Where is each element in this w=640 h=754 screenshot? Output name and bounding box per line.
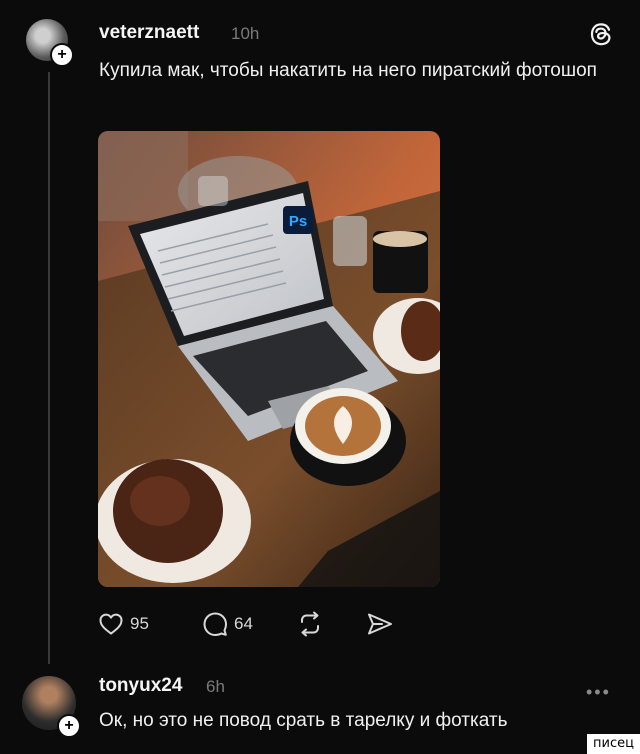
follow-plus-icon[interactable]: + (50, 43, 74, 67)
send-icon (368, 613, 392, 635)
more-options-icon[interactable]: ••• (586, 682, 611, 703)
share-button[interactable] (366, 610, 394, 638)
thread-line (48, 72, 50, 664)
heart-icon (99, 613, 123, 635)
comment-count: 64 (234, 614, 253, 633)
photoshop-badge: Ps (289, 213, 307, 230)
repost-icon (301, 611, 319, 637)
like-button[interactable]: 95 (98, 610, 149, 638)
post-time: 10h (231, 24, 260, 43)
comment-icon (203, 612, 227, 636)
author-username[interactable]: veterznaett (99, 22, 199, 44)
like-count: 95 (130, 614, 149, 633)
cafe-laptop-photo: Ps (98, 131, 440, 587)
reply-username[interactable]: tonyux24 (99, 675, 182, 697)
follow-plus-icon[interactable]: + (57, 714, 81, 738)
comment-button[interactable]: 64 (202, 610, 253, 638)
reply-time: 6h (206, 677, 225, 696)
post-photo[interactable]: Ps (98, 131, 440, 587)
post-text: Купила мак, чтобы накатить на него пират… (99, 60, 597, 81)
threads-icon[interactable] (588, 21, 614, 47)
repost-button[interactable] (297, 610, 323, 638)
reply-text: Ок, но это не повод срать в тарелку и фо… (99, 710, 508, 731)
watermark: писец (587, 734, 640, 754)
